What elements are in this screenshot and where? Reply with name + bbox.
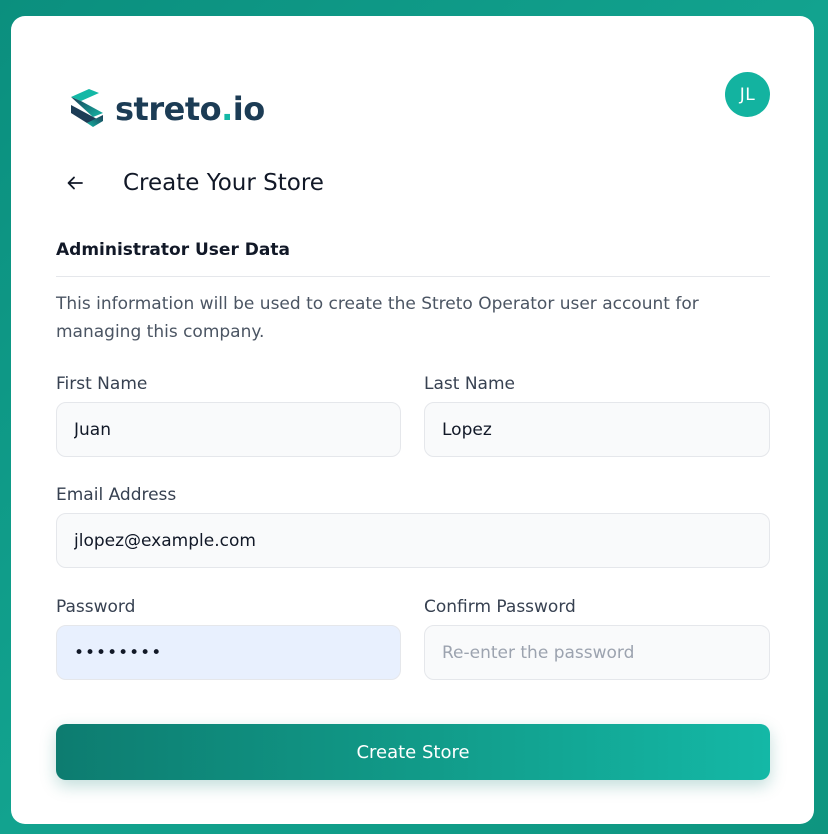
- first-name-input[interactable]: [56, 402, 401, 457]
- confirm-password-input[interactable]: [424, 625, 770, 680]
- avatar-initials: JL: [739, 84, 756, 105]
- confirm-password-label: Confirm Password: [424, 597, 576, 617]
- arrow-left-icon: [67, 176, 83, 190]
- password-label: Password: [56, 597, 136, 617]
- create-store-card: streto.io JL Create Your Store Administr…: [11, 16, 814, 824]
- streto-logo: streto.io: [67, 86, 265, 132]
- back-button[interactable]: [58, 166, 92, 200]
- first-name-label: First Name: [56, 374, 148, 394]
- section-divider: [56, 276, 770, 277]
- streto-logo-icon: [71, 89, 103, 127]
- email-input[interactable]: [56, 513, 770, 568]
- user-avatar[interactable]: JL: [725, 72, 770, 117]
- last-name-input[interactable]: [424, 402, 770, 457]
- email-label: Email Address: [56, 485, 177, 505]
- page-header: Create Your Store: [67, 166, 324, 200]
- last-name-label: Last Name: [424, 374, 515, 394]
- section-title: Administrator User Data: [56, 240, 290, 260]
- logo-wordmark: streto.io: [115, 90, 265, 128]
- section-description: This information will be used to create …: [56, 294, 699, 342]
- page-title: Create Your Store: [123, 170, 324, 196]
- password-input[interactable]: [56, 625, 401, 680]
- create-store-button[interactable]: Create Store: [56, 724, 770, 780]
